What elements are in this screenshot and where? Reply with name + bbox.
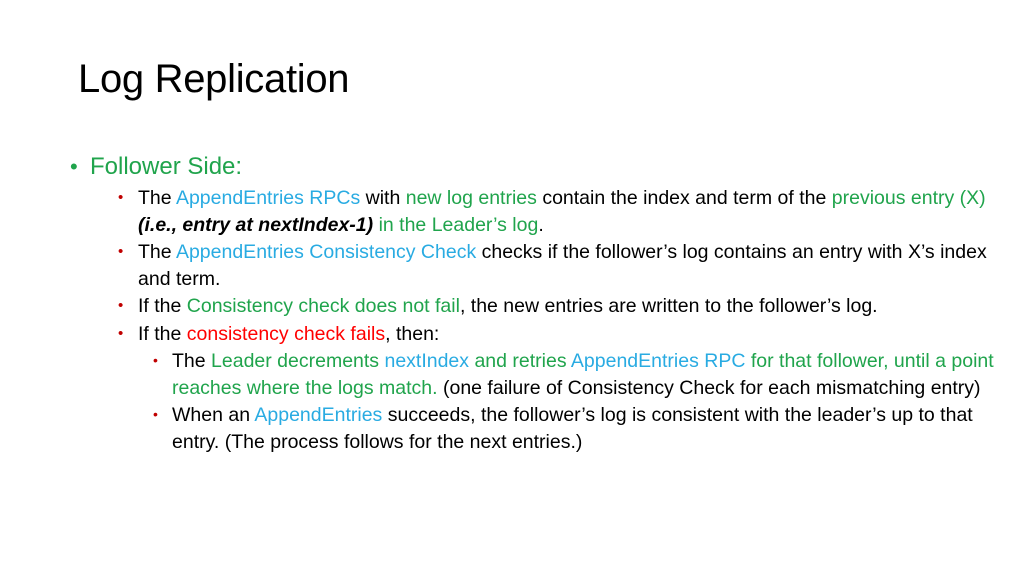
text-run: in the Leader’s log	[378, 213, 539, 236]
text-run: Leader decrements	[211, 350, 385, 372]
text-run: AppendEntries RPC	[570, 350, 746, 372]
text-run: AppendEntries Consistency Check	[175, 241, 477, 263]
slide-body: • Follower Side: • The AppendEntries RPC…	[64, 152, 1008, 456]
list-item-text: If the consistency check fails, then:	[138, 323, 439, 345]
text-run: , the new entries are written to the fol…	[459, 295, 878, 317]
bullet-marker-level1: •	[70, 154, 78, 179]
text-run: previous entry (X)	[831, 187, 986, 209]
text-run: The	[138, 241, 176, 263]
list-item: • The AppendEntries RPCs with new log en…	[64, 185, 1008, 238]
list-item: • If the Consistency check does not fail…	[64, 293, 1008, 320]
list-item: • The AppendEntries Consistency Check ch…	[64, 239, 1008, 292]
follower-side-label: Follower Side:	[90, 153, 243, 180]
text-run: contain the index and term of the	[536, 187, 832, 209]
bullet-marker-level2: •	[118, 324, 124, 342]
text-run: The	[138, 187, 176, 209]
list-item-text: If the Consistency check does not fail, …	[138, 295, 878, 317]
bullet-marker-level3: •	[153, 352, 158, 368]
sub-list-item-text: When an AppendEntries succeeds, the foll…	[172, 404, 973, 453]
text-run: (i.e., entry at nextIndex-1)	[138, 213, 374, 236]
text-run: and retries	[469, 350, 571, 372]
bullet-marker-level2: •	[118, 189, 124, 206]
sub-list-item-text: The Leader decrements nextIndex and retr…	[172, 350, 994, 399]
bullet-marker-level3: •	[153, 406, 158, 422]
text-run: AppendEntries RPCs	[175, 187, 361, 209]
slide: Log Replication • Follower Side: • The A…	[0, 0, 1024, 576]
text-run: (one failure of Consistency Check for ea…	[437, 376, 981, 399]
text-run: consistency check fails	[186, 322, 386, 345]
text-run: The	[172, 350, 212, 372]
text-run: .	[538, 213, 544, 236]
text-run: new log entries	[405, 187, 537, 209]
text-run: with	[360, 187, 406, 209]
bullet-follower-side: • Follower Side:	[64, 152, 1008, 182]
text-run: When an	[172, 404, 255, 426]
sub-list-item: • When an AppendEntries succeeds, the fo…	[64, 402, 1008, 455]
text-run: Consistency check does not fail	[186, 295, 460, 317]
sub-list-item: • The Leader decrements nextIndex and re…	[64, 348, 1008, 401]
bullet-marker-level2: •	[118, 243, 124, 260]
list-item: • If the consistency check fails, then:	[64, 321, 1008, 348]
bullet-marker-level2: •	[118, 297, 124, 314]
text-run: , then:	[385, 322, 440, 345]
text-run: AppendEntries	[254, 404, 383, 426]
text-run: If the	[138, 295, 187, 317]
text-run: nextIndex	[384, 350, 470, 372]
list-item-text: The AppendEntries Consistency Check chec…	[138, 241, 987, 290]
page-title: Log Replication	[78, 57, 350, 101]
list-item-text: The AppendEntries RPCs with new log entr…	[138, 187, 986, 236]
text-run: If the	[138, 322, 187, 345]
